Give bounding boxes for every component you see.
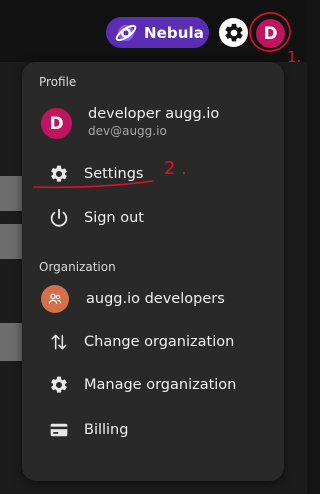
annotation-marker-2: 2 . bbox=[164, 158, 187, 179]
profile-name: developer augg.io bbox=[88, 106, 220, 122]
swap-vertical-icon bbox=[48, 331, 70, 353]
power-icon bbox=[48, 207, 70, 229]
gear-icon bbox=[224, 23, 243, 41]
menu-item-change-organization[interactable]: Change organization bbox=[22, 322, 284, 362]
workspace-name: Nebula bbox=[144, 23, 205, 42]
user-avatar-button[interactable]: D bbox=[256, 19, 285, 48]
nebula-planet-icon bbox=[114, 21, 138, 45]
menu-item-label: Sign out bbox=[84, 210, 144, 226]
menu-item-billing[interactable]: Billing bbox=[22, 410, 284, 450]
gear-icon bbox=[48, 163, 70, 185]
menu-item-label: Billing bbox=[84, 422, 129, 438]
organization-name: augg.io developers bbox=[86, 291, 225, 307]
annotation-marker-1: 1. bbox=[287, 48, 302, 66]
profile-email: dev@augg.io bbox=[88, 124, 167, 138]
settings-toggle-button[interactable] bbox=[219, 18, 248, 47]
menu-item-label: Settings bbox=[84, 166, 144, 182]
profile-avatar: D bbox=[41, 108, 72, 139]
menu-item-label: Manage organization bbox=[84, 377, 237, 393]
gear-icon bbox=[48, 374, 70, 396]
workspace-badge[interactable]: Nebula bbox=[106, 17, 209, 48]
account-dropdown-menu: Profile D developer augg.io dev@augg.io … bbox=[22, 62, 284, 481]
background-panel bbox=[0, 224, 22, 259]
group-icon bbox=[41, 285, 69, 313]
menu-item-sign-out[interactable]: Sign out bbox=[22, 198, 284, 238]
organization-section-label: Organization bbox=[39, 260, 116, 274]
credit-card-icon bbox=[48, 419, 70, 441]
current-organization[interactable]: augg.io developers bbox=[22, 279, 284, 319]
app-page: Nebula D Profile D developer augg.io dev… bbox=[0, 0, 307, 494]
menu-item-manage-organization[interactable]: Manage organization bbox=[22, 365, 284, 405]
menu-item-label: Change organization bbox=[84, 334, 235, 350]
profile-section-label: Profile bbox=[39, 75, 77, 89]
menu-item-settings[interactable]: Settings bbox=[22, 154, 284, 194]
background-panel bbox=[0, 176, 22, 211]
background-panel bbox=[0, 323, 22, 361]
